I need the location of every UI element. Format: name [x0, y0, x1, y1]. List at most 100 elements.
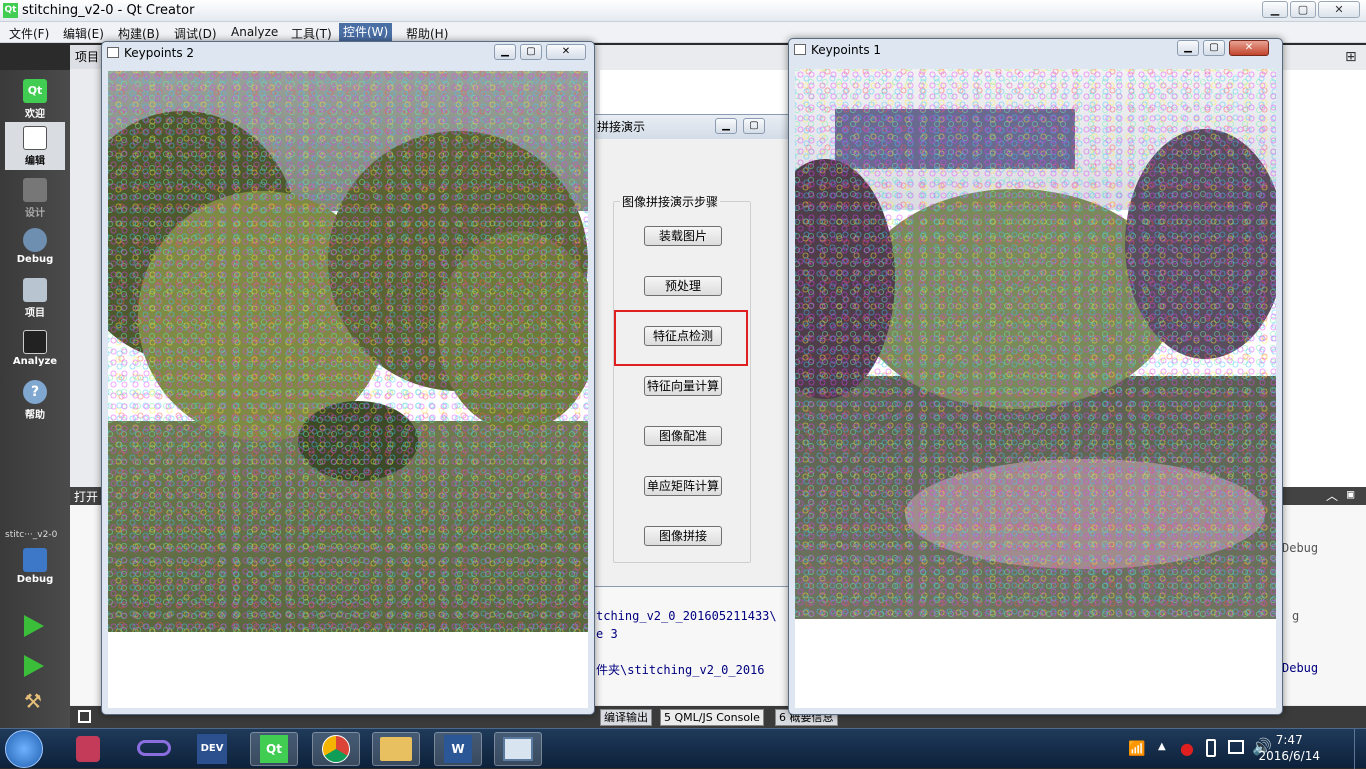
- close-button[interactable]: ✕: [546, 44, 586, 60]
- build-hammer-icon[interactable]: ⚒: [24, 690, 46, 712]
- mode-debug[interactable]: Debug: [5, 224, 65, 272]
- mode-welcome[interactable]: Qt 欢迎: [5, 75, 65, 123]
- image-registration-button[interactable]: 图像配准: [644, 426, 722, 446]
- minimize-button[interactable]: ▁: [1177, 40, 1199, 56]
- qt-logo-icon: Qt: [23, 79, 47, 103]
- menu-tools[interactable]: 工具(T): [291, 25, 332, 42]
- close-button[interactable]: ✕: [1318, 1, 1360, 18]
- output-line: 件夹\stitching_v2_0_2016: [596, 663, 765, 677]
- target-config: Debug: [16, 574, 54, 585]
- mode-label: 项目: [25, 308, 45, 319]
- keypoints-1-titlebar: Keypoints 1 ▁ ▢ ✕: [789, 39, 1282, 61]
- clock-date: 2016/6/14: [1258, 749, 1320, 763]
- menu-widgets[interactable]: 控件(W): [339, 23, 393, 42]
- show-desktop-button[interactable]: [1354, 729, 1366, 769]
- devcpp-icon: DEV: [197, 734, 227, 764]
- taskbar-devcpp-app[interactable]: DEV: [188, 732, 236, 766]
- tab-qml-console[interactable]: 5 QML/JS Console: [660, 709, 764, 726]
- open-docs-label: 打开: [74, 490, 99, 504]
- project-icon: [23, 278, 47, 302]
- clock[interactable]: 7:47 2016/6/14: [1258, 732, 1320, 764]
- taskbar-word[interactable]: W: [434, 732, 482, 766]
- menu-file[interactable]: 文件(F): [9, 25, 49, 42]
- database-icon: [76, 736, 100, 762]
- keypoints-1-window: Keypoints 1 ▁ ▢ ✕: [788, 38, 1283, 715]
- analyze-icon: [23, 330, 47, 354]
- mode-label: 帮助: [25, 410, 45, 421]
- taskbar-qt-creator[interactable]: Qt: [250, 732, 298, 766]
- tab-number: 5: [664, 711, 671, 724]
- maximize-button[interactable]: ▢: [1203, 40, 1225, 56]
- output-line-right: Debug: [1282, 541, 1319, 555]
- menu-debug[interactable]: 调试(D): [174, 25, 217, 42]
- toggle-sidebar-icon[interactable]: [78, 710, 91, 723]
- qq-icon[interactable]: ●: [1180, 739, 1194, 758]
- dialog-titlebar: 拼接演示 ▁ ▢: [595, 115, 789, 139]
- design-icon: [23, 178, 47, 202]
- mode-projects[interactable]: 项目: [5, 274, 65, 322]
- start-button[interactable]: [5, 730, 43, 768]
- split-icon[interactable]: ⊞: [1345, 49, 1357, 65]
- mode-label: 编辑: [25, 156, 45, 167]
- load-images-button[interactable]: 装载图片: [644, 226, 722, 246]
- mode-sidebar: Qt 欢迎 编辑 设计 Debug 项目 Analyze ? 帮助 stitc·…: [0, 70, 70, 728]
- debug-run-icon[interactable]: [24, 655, 44, 677]
- taskbar-infinity-app[interactable]: [130, 732, 178, 766]
- mode-label: 设计: [25, 208, 45, 219]
- tray-expand-icon[interactable]: ▲: [1158, 741, 1166, 752]
- target-project: stitc···_v2-0: [5, 530, 58, 540]
- maximize-button[interactable]: ▢: [1290, 1, 1316, 18]
- run-icon[interactable]: [24, 615, 44, 637]
- menu-edit[interactable]: 编辑(E): [63, 25, 104, 42]
- steps-groupbox: 图像拼接演示步骤 装载图片 预处理 特征点检测 特征向量计算 图像配准 单应矩阵…: [613, 193, 751, 563]
- window-icon: [107, 47, 119, 58]
- output-line: e 3: [596, 627, 618, 641]
- qt-logo-icon: Qt: [260, 735, 288, 763]
- close-pane-icon[interactable]: ▣: [1347, 487, 1354, 501]
- taskbar-database-app[interactable]: [64, 732, 112, 766]
- maximize-button[interactable]: ▢: [520, 44, 542, 60]
- collapse-icon[interactable]: ︿: [1326, 487, 1338, 504]
- close-button[interactable]: ✕: [1229, 40, 1269, 56]
- tab-compile-output[interactable]: 编译输出: [600, 709, 652, 726]
- wifi-icon[interactable]: 📶: [1128, 741, 1145, 757]
- taskbar-app-window[interactable]: [494, 732, 542, 766]
- window-title: stitching_v2-0 - Qt Creator: [22, 3, 195, 18]
- mode-help[interactable]: ? 帮助: [5, 376, 65, 424]
- mode-label: Analyze: [12, 356, 58, 367]
- preprocess-button[interactable]: 预处理: [644, 276, 722, 296]
- battery-icon[interactable]: [1206, 739, 1216, 757]
- keypoints-1-title: Keypoints 1: [811, 43, 882, 57]
- dialog-maximize-button[interactable]: ▢: [743, 118, 765, 134]
- homography-compute-button[interactable]: 单应矩阵计算: [644, 476, 722, 496]
- menu-help[interactable]: 帮助(H): [406, 25, 448, 42]
- mode-design[interactable]: 设计: [5, 174, 65, 222]
- qt-app-icon: Qt: [3, 3, 18, 18]
- tab-label: 编译输出: [604, 711, 648, 724]
- target-selector[interactable]: Debug: [5, 544, 65, 592]
- image-stitch-button[interactable]: 图像拼接: [644, 526, 722, 546]
- help-icon: ?: [23, 380, 47, 404]
- taskbar-explorer[interactable]: [372, 732, 420, 766]
- menu-build[interactable]: 构建(B): [118, 25, 160, 42]
- keypoints-2-titlebar: Keypoints 2 ▁ ▢ ✕: [102, 42, 594, 64]
- minimize-button[interactable]: ▁: [494, 44, 516, 60]
- descriptor-compute-button[interactable]: 特征向量计算: [644, 376, 722, 396]
- dialog-title: 拼接演示: [597, 120, 646, 134]
- mode-edit[interactable]: 编辑: [5, 122, 65, 170]
- menu-analyze[interactable]: Analyze: [231, 25, 278, 39]
- minimize-button[interactable]: ▁: [1262, 1, 1288, 18]
- debug-icon: [23, 228, 47, 252]
- windows-taskbar: DEV Qt W 📶 ▲ ● 🔊 7:47 2016/6/14: [0, 728, 1366, 769]
- window-icon: [794, 44, 806, 55]
- keypoints-2-image: [108, 71, 588, 708]
- infinity-icon: [137, 740, 171, 756]
- keypoints-2-title: Keypoints 2: [124, 46, 195, 60]
- chrome-icon: [322, 735, 350, 763]
- mode-analyze[interactable]: Analyze: [5, 326, 65, 374]
- edit-document-icon: [23, 126, 47, 150]
- network-icon[interactable]: [1228, 740, 1244, 754]
- taskbar-chrome[interactable]: [312, 732, 360, 766]
- output-line-right: Debug: [1282, 661, 1319, 675]
- dialog-minimize-button[interactable]: ▁: [715, 118, 737, 134]
